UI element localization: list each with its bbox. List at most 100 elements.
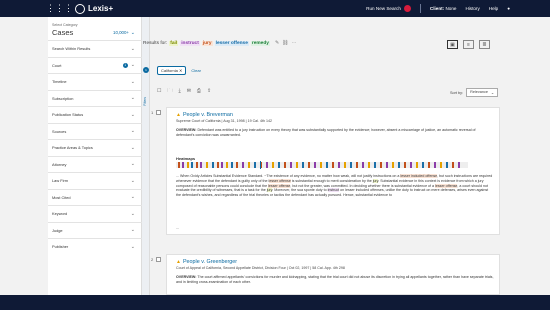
result-checkbox[interactable] bbox=[156, 110, 161, 115]
heatmap-segment[interactable] bbox=[446, 162, 448, 168]
heatmap-segment[interactable] bbox=[248, 162, 250, 168]
result-title[interactable]: ▲ People v. Greenberger bbox=[176, 259, 237, 265]
heatmap-segment[interactable] bbox=[422, 162, 424, 168]
sidebar-filter-item[interactable]: Most Cited ⌄ bbox=[48, 188, 142, 206]
heatmap-segment[interactable] bbox=[368, 162, 370, 168]
chevron-down-icon[interactable]: ⌄ bbox=[131, 30, 135, 36]
heatmap-segment[interactable] bbox=[278, 162, 280, 168]
heatmap-segment[interactable] bbox=[338, 162, 340, 168]
heatmap-segment[interactable] bbox=[231, 162, 233, 168]
heatmap-segment[interactable] bbox=[428, 162, 430, 168]
heatmap-segment[interactable] bbox=[236, 162, 238, 168]
sidebar-filter-item[interactable]: Publisher ⌄ bbox=[48, 238, 142, 255]
heatmap-segment[interactable] bbox=[296, 162, 298, 168]
print-icon[interactable]: ⎙ bbox=[197, 88, 201, 96]
result-title[interactable]: ▲ People v. Breverman bbox=[176, 112, 233, 118]
heatmap-segment[interactable] bbox=[410, 162, 412, 168]
heatmap-segment[interactable] bbox=[182, 162, 184, 168]
heatmap-segment[interactable] bbox=[314, 162, 316, 168]
sidebar-filter-item[interactable]: Publication Status ⌄ bbox=[48, 106, 142, 123]
list-view-icon[interactable]: ≡ bbox=[463, 40, 474, 49]
chevron-down-icon: ⌄ bbox=[130, 62, 135, 69]
email-icon[interactable]: ✉ bbox=[187, 88, 191, 96]
heatmap-segment[interactable] bbox=[344, 162, 346, 168]
sidebar-filter-item[interactable]: Search Within Results ⌄ bbox=[48, 40, 142, 57]
heatmap-segment[interactable] bbox=[290, 162, 292, 168]
heatmap-segment[interactable] bbox=[284, 162, 286, 168]
sidebar-filter-item[interactable]: Judge ⌄ bbox=[48, 221, 142, 239]
compact-view-icon[interactable]: ≣ bbox=[479, 40, 490, 49]
heatmap-segment[interactable] bbox=[302, 162, 304, 168]
heatmap-segment[interactable] bbox=[178, 162, 180, 168]
download-icon[interactable]: ⤓ bbox=[179, 88, 181, 96]
heatmap-segment[interactable] bbox=[452, 162, 454, 168]
filters-panel-toggle[interactable]: 1 Filters bbox=[142, 17, 150, 295]
heatmap-segment[interactable] bbox=[187, 162, 189, 168]
result-checkbox[interactable] bbox=[156, 257, 161, 262]
heatmap-segment[interactable] bbox=[350, 162, 352, 168]
heatmap-segment[interactable] bbox=[356, 162, 358, 168]
heatmap-segment[interactable] bbox=[326, 162, 328, 168]
heatmap-segment[interactable] bbox=[380, 162, 382, 168]
edit-icon[interactable]: ✎ bbox=[275, 40, 279, 46]
heatmap-segment[interactable] bbox=[320, 162, 322, 168]
sidebar-filter-item[interactable]: Law Firm ⌄ bbox=[48, 172, 142, 189]
heatmap-segment[interactable] bbox=[398, 162, 400, 168]
checkbox-icon[interactable]: ☐ bbox=[157, 88, 161, 96]
help-link[interactable]: Help bbox=[489, 6, 498, 11]
heatmap-segment[interactable] bbox=[242, 162, 244, 168]
category-title[interactable]: Cases bbox=[52, 28, 73, 37]
heatmap-segment[interactable] bbox=[332, 162, 334, 168]
more-icon[interactable]: ⋯ bbox=[292, 40, 297, 46]
heatmap-segment[interactable] bbox=[308, 162, 310, 168]
sidebar-filter-item[interactable]: Sources ⌄ bbox=[48, 122, 142, 140]
heatmap-segment[interactable] bbox=[440, 162, 442, 168]
term-heatmap[interactable] bbox=[176, 161, 468, 169]
heatmap-segment[interactable] bbox=[191, 162, 193, 168]
heatmap-segment[interactable] bbox=[404, 162, 406, 168]
heatmap-segment[interactable] bbox=[386, 162, 388, 168]
sidebar-filter-item[interactable]: Timeline ⌄ bbox=[48, 73, 142, 90]
sidebar-filter-item[interactable]: Court 1 ⌄ bbox=[48, 56, 142, 74]
history-link[interactable]: History bbox=[465, 6, 479, 11]
user-icon[interactable]: ● bbox=[507, 6, 510, 11]
heatmap-segment[interactable] bbox=[272, 162, 274, 168]
sort-select[interactable]: Relevance ⌄ bbox=[466, 88, 499, 97]
heatmap-segment[interactable] bbox=[458, 162, 460, 168]
heatmap-segment[interactable] bbox=[221, 162, 223, 168]
heatmap-segment[interactable] bbox=[226, 162, 228, 168]
clear-filters-link[interactable]: Clear bbox=[191, 68, 201, 73]
chevron-down-icon: ⌄ bbox=[130, 128, 135, 135]
filter-chip-california[interactable]: California ✕ bbox=[157, 66, 187, 75]
heatmap-segment[interactable] bbox=[416, 162, 418, 168]
heatmap-segment[interactable] bbox=[374, 162, 376, 168]
export-icon[interactable]: ⇪ bbox=[207, 88, 211, 96]
heatmap-segment[interactable] bbox=[362, 162, 364, 168]
heatmap-segment[interactable] bbox=[392, 162, 394, 168]
heatmap-segment[interactable] bbox=[200, 162, 202, 168]
heatmap-segment[interactable] bbox=[254, 162, 256, 168]
folder-icon[interactable]: 🗀 bbox=[167, 88, 172, 96]
sidebar-filter-item[interactable]: Subscription ⌄ bbox=[48, 89, 142, 107]
heatmap-segment[interactable] bbox=[212, 162, 214, 168]
client-selector[interactable]: Client: None bbox=[430, 6, 457, 11]
heatmap-segment[interactable] bbox=[266, 162, 268, 168]
heatmap-label: Heatmaps bbox=[176, 156, 196, 161]
heatmap-position-marker[interactable] bbox=[260, 161, 261, 169]
result-meta: Supreme Court of California | Aug 31, 19… bbox=[176, 119, 272, 123]
apps-grid-icon[interactable]: ⋮⋮⋮ bbox=[46, 0, 73, 17]
link-icon[interactable]: ⛓ bbox=[282, 40, 288, 46]
heatmap-segment[interactable] bbox=[196, 162, 198, 168]
heatmap-segment[interactable] bbox=[206, 162, 208, 168]
lexis-logo[interactable]: Lexis+ bbox=[75, 3, 113, 14]
sidebar-filter-item[interactable]: Keyword ⌄ bbox=[48, 205, 142, 222]
sidebar-filter-item[interactable]: Practice Areas & Topics ⌄ bbox=[48, 139, 142, 156]
heatmap-segment[interactable] bbox=[217, 162, 219, 168]
run-new-search-button[interactable]: Run New Search bbox=[366, 5, 411, 12]
filter-sidebar: Select Category Cases 10,000+ ⌄ Search W… bbox=[48, 17, 142, 295]
filters-vertical-label: Filters bbox=[143, 97, 147, 106]
sidebar-filter-item[interactable]: Attorney ⌄ bbox=[48, 155, 142, 173]
heatmap-segment[interactable] bbox=[434, 162, 436, 168]
result-overview: OVERVIEW: Defendant was entitled to a ju… bbox=[176, 128, 494, 138]
heatmap-view-icon[interactable]: ▣ bbox=[447, 40, 458, 49]
